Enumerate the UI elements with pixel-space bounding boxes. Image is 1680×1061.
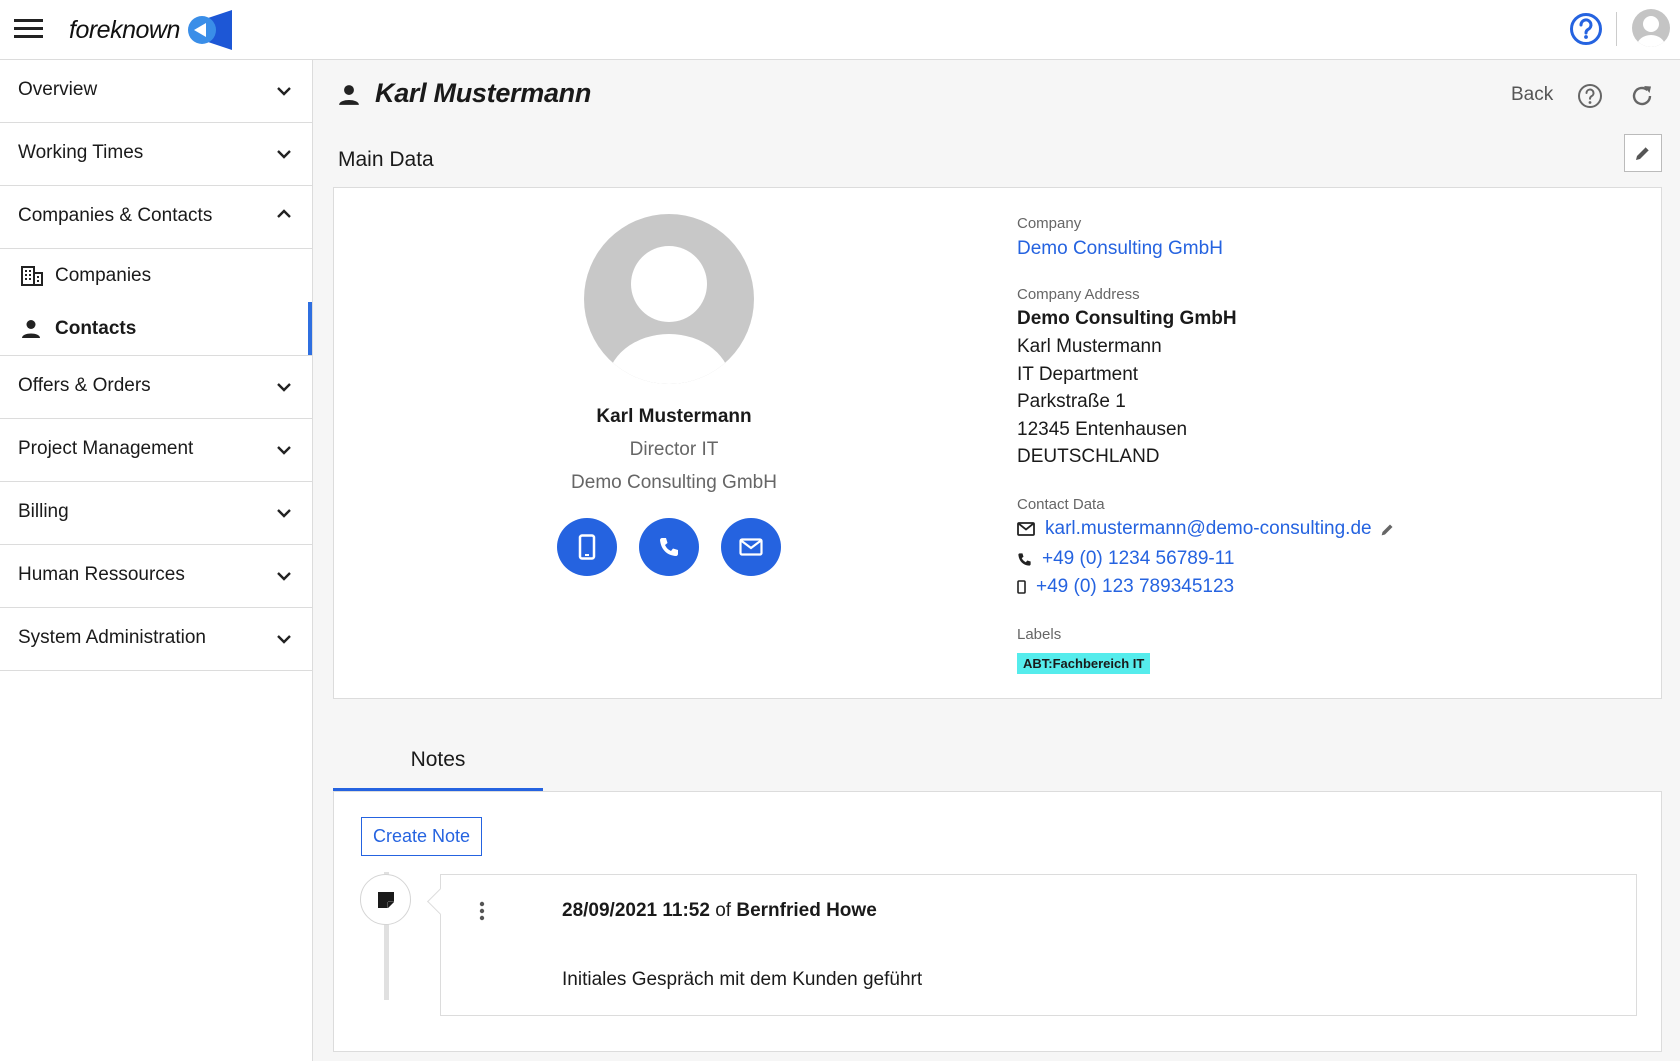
main-content: Karl Mustermann Back Main Data Karl Must… [313,60,1680,1061]
sidebar-item-project-management[interactable]: Project Management [0,419,312,482]
contact-name: Karl Mustermann [596,406,752,427]
chevron-up-icon [276,208,292,220]
notes-panel: Create Note 28/09/2021 11:52 of Bernfrie… [333,792,1662,1052]
address-label: Company Address [1017,286,1140,303]
profile-photo [584,214,754,384]
contact-company: Demo Consulting GmbH [571,472,777,493]
page-title: Karl Mustermann [375,78,592,108]
note-datetime: 28/09/2021 11:52 [562,900,710,921]
edit-button[interactable] [1624,134,1662,172]
mobile-icon [1017,580,1026,594]
note-header: 28/09/2021 11:52 of Bernfried Howe [562,900,877,922]
mobile-link[interactable]: +49 (0) 123 789345123 [1036,576,1234,598]
mail-icon [1017,522,1035,536]
sidebar-item-human-ressources[interactable]: Human Ressources [0,545,312,608]
company-label: Company [1017,215,1082,232]
back-button[interactable]: Back [1511,84,1553,106]
section-title: Main Data [338,148,434,171]
sidebar-item-label: Working Times [18,142,144,163]
mobile-button[interactable] [557,518,617,576]
address-line: IT Department [1017,364,1139,385]
contact-role: Director IT [629,439,719,460]
sidebar-item-offers-orders[interactable]: Offers & Orders [0,356,312,419]
menu-icon[interactable] [14,14,46,44]
address-line: DEUTSCHLAND [1017,446,1160,467]
labels-label: Labels [1017,626,1062,643]
contact-data-label: Contact Data [1017,496,1105,513]
top-bar: foreknown [0,0,1680,60]
note-text: Initiales Gespräch mit dem Kunden geführ… [562,969,923,990]
email-link[interactable]: karl.mustermann@demo-consulting.de [1045,518,1372,540]
create-note-button[interactable]: Create Note [361,817,483,856]
pencil-icon [1634,144,1652,162]
chevron-down-icon [276,507,292,519]
sticky-note-icon [377,891,395,909]
sidebar-item-label: Offers & Orders [18,375,151,396]
help-icon[interactable] [1569,12,1603,46]
main-data-card: Karl Mustermann Director IT Demo Consult… [333,187,1662,699]
tabs-bar: Notes [333,724,1662,792]
sidebar-subgroup: Companies Contacts [0,249,312,356]
chevron-down-icon [276,444,292,456]
building-icon [21,266,43,286]
email-button[interactable] [721,518,781,576]
note-author: Bernfried Howe [736,900,877,921]
sidebar-item-label: Human Ressources [18,564,185,585]
sidebar-item-contacts[interactable]: Contacts [0,302,312,355]
chevron-down-icon [276,570,292,582]
help-icon[interactable] [1577,83,1603,109]
person-icon [21,319,41,339]
note-of: of [715,900,732,921]
company-link[interactable]: Demo Consulting GmbH [1017,238,1223,260]
sidebar-item-label: Overview [18,79,98,100]
sidebar-item-working-times[interactable]: Working Times [0,123,312,186]
chevron-down-icon [276,381,292,393]
mail-icon [739,538,763,556]
tab-notes[interactable]: Notes [333,724,543,791]
sidebar-item-label: Companies [55,265,152,286]
sidebar: Overview Working Times Companies & Conta… [0,60,313,1061]
top-divider [1616,12,1617,46]
refresh-icon[interactable] [1629,83,1655,109]
sidebar-item-label: Companies & Contacts [18,205,213,226]
logo-text: foreknown [69,15,180,44]
sidebar-item-companies[interactable]: Companies [0,249,312,302]
logo-mark-icon [186,10,234,50]
chevron-down-icon [276,148,292,160]
call-button[interactable] [639,518,699,576]
sidebar-item-billing[interactable]: Billing [0,482,312,545]
label-badge: ABT:Fachbereich IT [1017,653,1151,674]
sidebar-item-companies-contacts[interactable]: Companies & Contacts [0,186,312,249]
sidebar-item-label: Billing [18,501,69,522]
sidebar-item-label: Project Management [18,438,194,459]
mobile-icon [578,534,596,560]
sidebar-item-label: System Administration [18,627,206,648]
chevron-down-icon [276,633,292,645]
sidebar-item-overview[interactable]: Overview [0,60,312,123]
address-line: Parkstraße 1 [1017,391,1126,412]
phone-row: +49 (0) 1234 56789-11 [1017,548,1234,570]
person-icon [338,84,360,106]
sidebar-item-system-administration[interactable]: System Administration [0,608,312,671]
chevron-down-icon [276,85,292,97]
address-line: Karl Mustermann [1017,336,1162,357]
sidebar-item-label: Contacts [55,318,137,339]
phone-icon [658,536,680,558]
address-line: 12345 Entenhausen [1017,419,1188,440]
note-card: 28/09/2021 11:52 of Bernfried Howe Initi… [440,874,1637,1016]
address-line: Demo Consulting GmbH [1017,308,1237,329]
pencil-icon[interactable] [1380,522,1395,537]
timeline-marker [360,874,411,925]
mobile-row: +49 (0) 123 789345123 [1017,576,1234,598]
phone-link[interactable]: +49 (0) 1234 56789-11 [1042,548,1234,570]
app-logo[interactable]: foreknown [69,10,234,50]
more-vertical-icon[interactable] [479,901,485,921]
phone-icon [1017,552,1032,567]
user-avatar[interactable] [1631,8,1671,48]
email-row: karl.mustermann@demo-consulting.de [1017,518,1395,540]
